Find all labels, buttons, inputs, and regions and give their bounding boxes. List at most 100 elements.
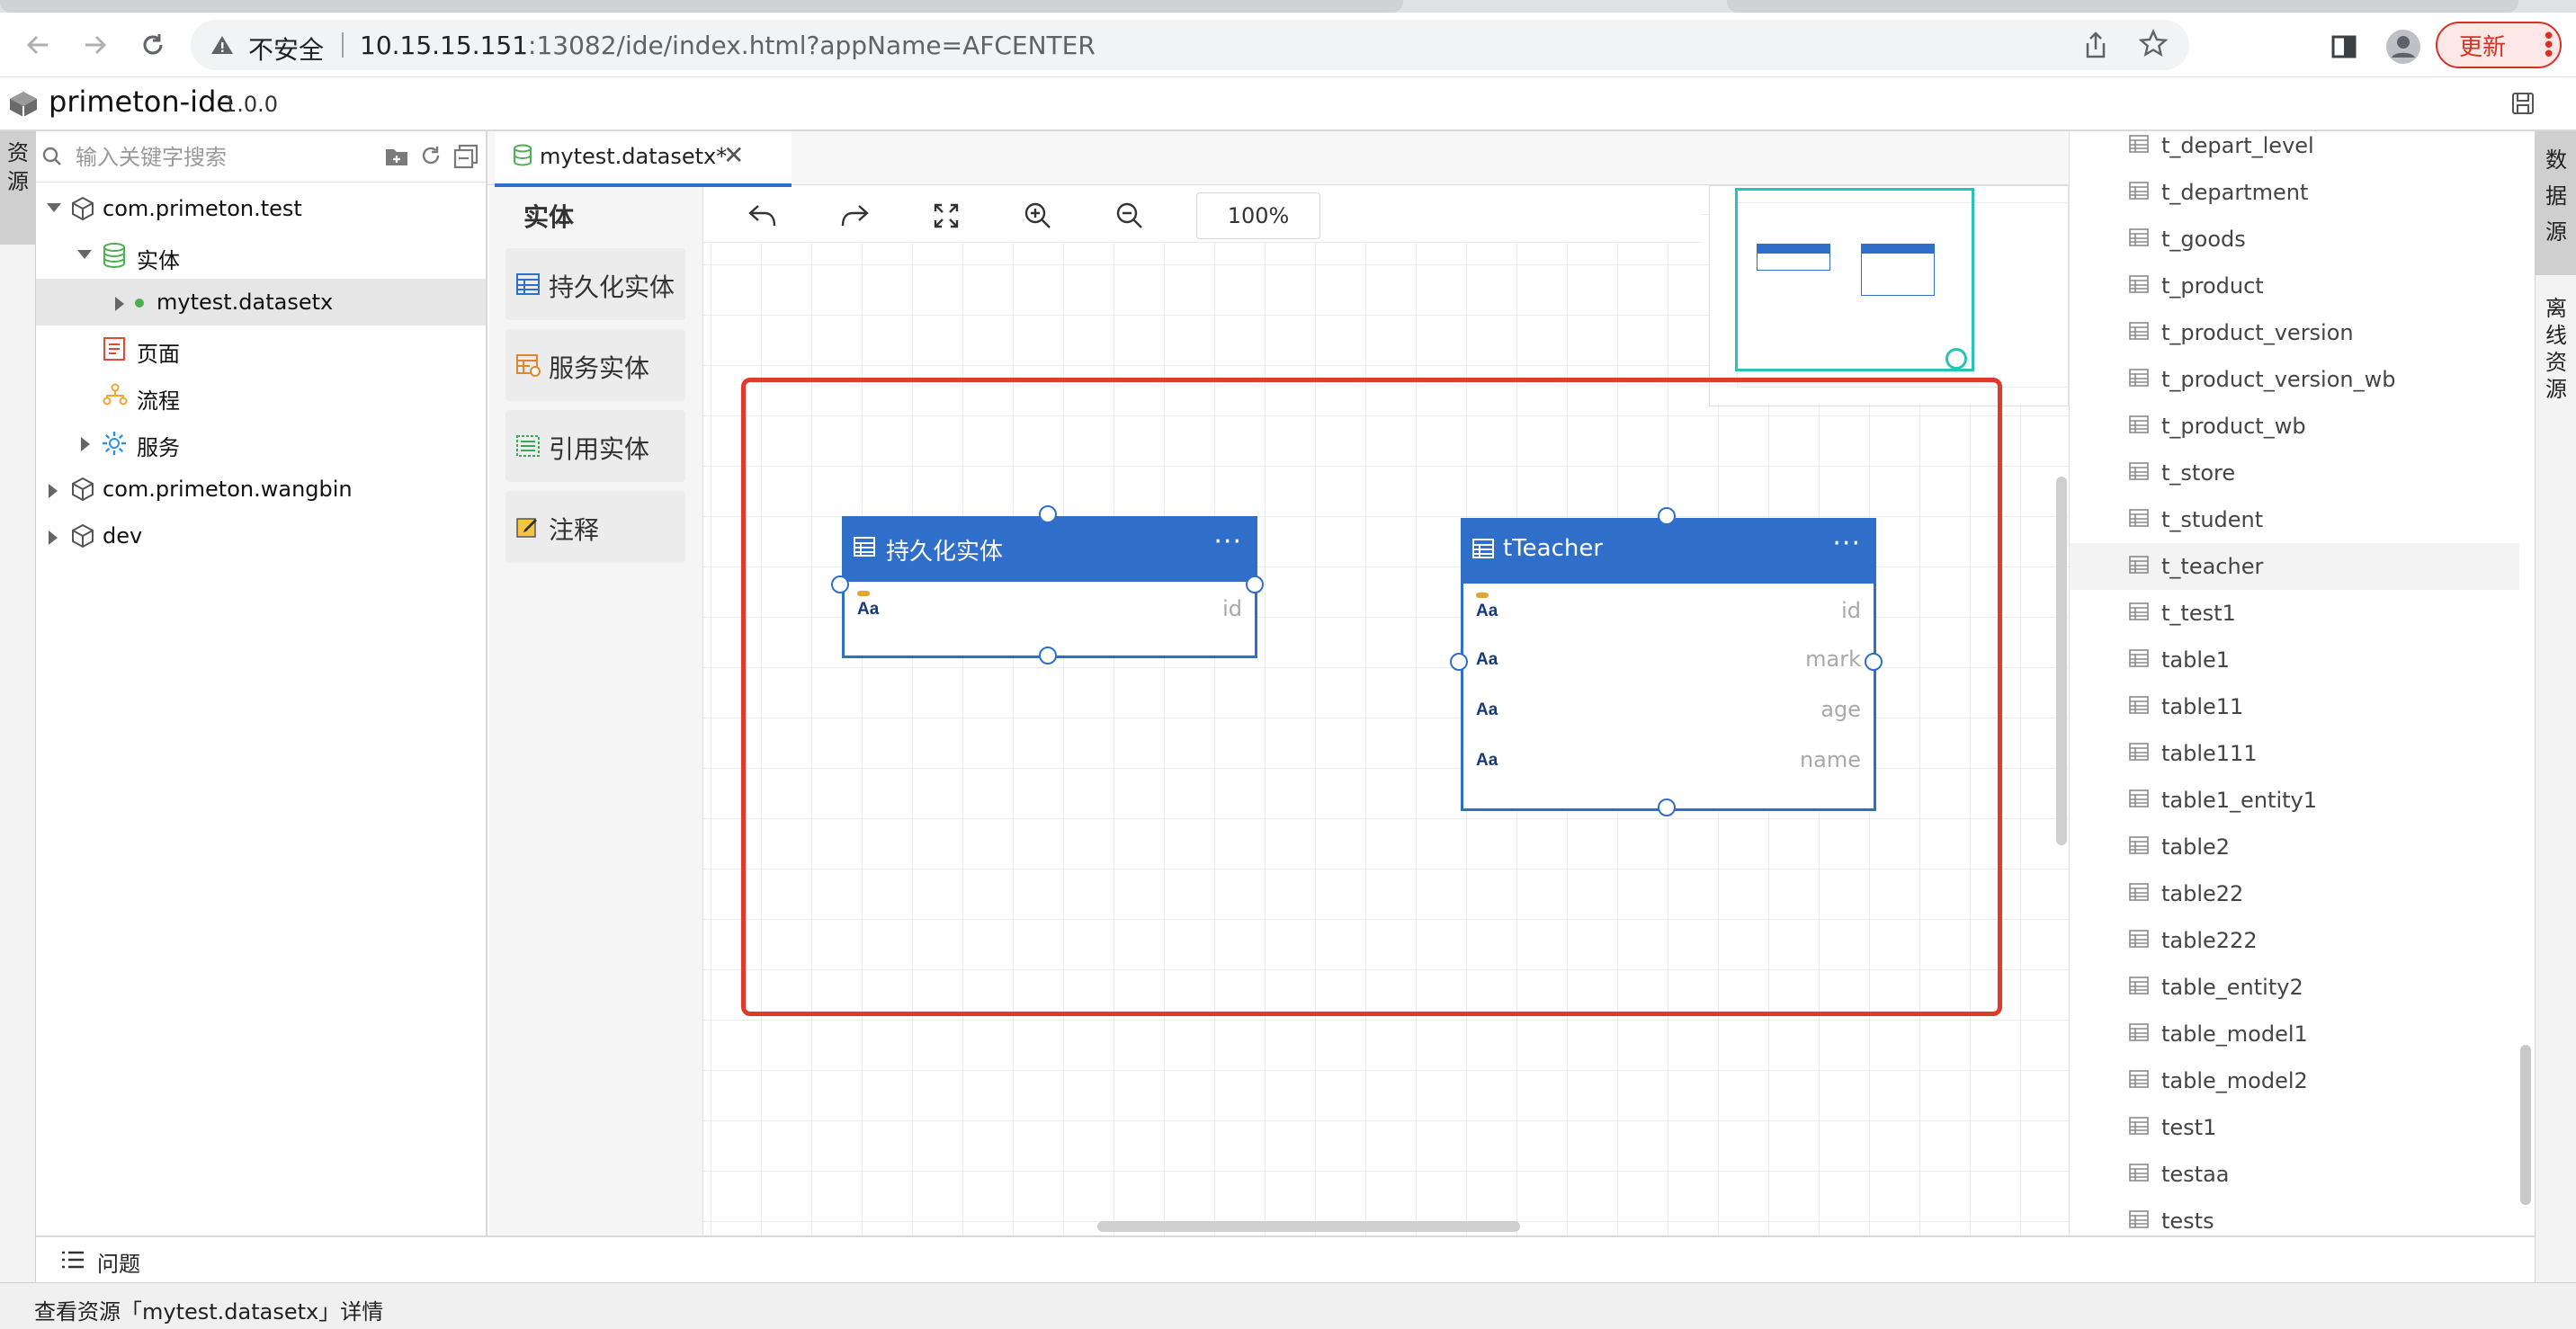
table-list-item[interactable]: table222 [2070, 917, 2519, 964]
collapse-all-icon[interactable] [453, 144, 479, 169]
connection-port[interactable] [1658, 507, 1676, 525]
zoom-in-button[interactable] [1020, 198, 1056, 234]
tree-item-flow[interactable]: 流程 [36, 372, 486, 419]
tree-item-entity-folder[interactable]: 实体 [36, 232, 486, 279]
refresh-icon[interactable] [419, 144, 443, 167]
more-options-icon[interactable]: ··· [1213, 526, 1242, 557]
canvas-vertical-scrollbar[interactable] [2056, 477, 2067, 845]
tab-mytest-datasetx[interactable]: mytest.datasetx* ✕ [495, 131, 792, 187]
entity-field[interactable]: Aa id [1463, 587, 1874, 638]
tab-offline-resources[interactable]: 离线资源 [2536, 284, 2576, 419]
close-tab-icon[interactable]: ✕ [723, 140, 744, 170]
zoom-out-button[interactable] [1112, 198, 1148, 234]
table-list-item[interactable]: table_entity2 [2070, 964, 2519, 1011]
undo-button[interactable] [745, 198, 781, 234]
tree-item-package[interactable]: dev [36, 513, 486, 559]
table-list-item[interactable]: t_goods [2070, 216, 2519, 263]
connection-port[interactable] [1039, 647, 1057, 664]
browser-tab[interactable] [1727, 0, 2518, 13]
tree-item-datasetx[interactable]: mytest.datasetx [36, 279, 486, 326]
editor-tab-bar: mytest.datasetx* ✕ [487, 131, 2069, 187]
problems-panel-tab[interactable]: 问题 [36, 1235, 2535, 1282]
connection-port[interactable] [1246, 575, 1264, 593]
palette-item-comment[interactable]: 注释 [505, 491, 685, 563]
tree-item-page[interactable]: 页面 [36, 326, 486, 372]
table-list-item[interactable]: table1_entity1 [2070, 777, 2519, 824]
palette-item-reference-entity[interactable]: 引用实体 [505, 410, 685, 482]
table-list-item[interactable]: t_teacher [2070, 543, 2519, 590]
tree-item-package[interactable]: com.primeton.test [36, 185, 486, 232]
table-list-item[interactable]: test1 [2070, 1104, 2519, 1151]
datasource-scrollbar[interactable] [2520, 1045, 2531, 1205]
chevron-right-icon[interactable] [49, 531, 58, 545]
table-list-item[interactable]: t_product_wb [2070, 403, 2519, 450]
table-list-item[interactable]: t_test1 [2070, 590, 2519, 637]
entity-card[interactable]: tTeacher ··· Aa id Aa mark Aa age Aa nam… [1461, 518, 1876, 811]
reload-button[interactable] [133, 25, 173, 65]
table-list-item[interactable]: table2 [2070, 824, 2519, 870]
connection-port[interactable] [1658, 798, 1676, 816]
chevron-down-icon[interactable] [77, 250, 92, 259]
table-list-item[interactable]: t_product_version [2070, 309, 2519, 356]
save-icon[interactable] [2511, 92, 2535, 115]
connection-port[interactable] [1865, 653, 1883, 671]
right-side-tabs: 数据源 离线资源 [2535, 131, 2576, 1282]
entity-card[interactable]: 持久化实体 ··· Aa id [842, 516, 1257, 658]
chevron-down-icon[interactable] [47, 203, 61, 212]
connection-port[interactable] [1039, 505, 1057, 523]
table-list-item[interactable]: tests [2070, 1198, 2519, 1235]
table-list-item[interactable]: table22 [2070, 870, 2519, 917]
table-list-item[interactable]: t_student [2070, 496, 2519, 543]
forward-button[interactable] [76, 25, 115, 65]
browser-tab[interactable] [0, 0, 1403, 13]
table-list-item[interactable]: table111 [2070, 730, 2519, 777]
update-button[interactable]: 更新 • • • [2436, 22, 2562, 68]
table-list-item[interactable]: table_model1 [2070, 1011, 2519, 1057]
minimap-resize-handle[interactable] [1945, 348, 1967, 370]
table-list-item[interactable]: table11 [2070, 683, 2519, 730]
fit-screen-button[interactable] [928, 198, 964, 234]
bookmark-star-icon[interactable] [2139, 29, 2168, 58]
table-icon [2129, 275, 2149, 293]
tree-item-service[interactable]: 服务 [36, 419, 486, 466]
tab-resources[interactable]: 资源 [0, 131, 36, 245]
zoom-level-input[interactable]: 100% [1196, 192, 1320, 239]
table-list-item[interactable]: t_product_version_wb [2070, 356, 2519, 403]
entity-field[interactable]: Aa name [1463, 736, 1874, 787]
table-list-item[interactable]: table_model2 [2070, 1057, 2519, 1104]
entity-header[interactable]: tTeacher ··· [1463, 521, 1874, 584]
table-list-item[interactable]: table1 [2070, 637, 2519, 683]
share-icon[interactable] [2083, 31, 2108, 59]
url-text[interactable]: 10.15.15.151:13082/ide/index.html?appNam… [360, 31, 1096, 60]
reference-table-icon [516, 435, 540, 457]
entity-field[interactable]: Aa id [845, 585, 1255, 636]
palette-item-persistent-entity[interactable]: 持久化实体 [505, 248, 685, 320]
tree-item-package[interactable]: com.primeton.wangbin [36, 466, 486, 513]
table-list-item[interactable]: testaa [2070, 1151, 2519, 1198]
canvas-horizontal-scrollbar[interactable] [1097, 1221, 1520, 1232]
connection-port[interactable] [1450, 653, 1468, 671]
table-list-item[interactable]: t_depart_level [2070, 131, 2519, 169]
minimap[interactable] [1709, 185, 2077, 406]
table-list-item[interactable]: t_department [2070, 169, 2519, 216]
minimap-viewport[interactable] [1735, 188, 1974, 371]
entity-field[interactable]: Aa mark [1463, 636, 1874, 686]
table-list-item[interactable]: t_store [2070, 450, 2519, 496]
entity-header[interactable]: 持久化实体 ··· [845, 519, 1255, 582]
back-button[interactable] [18, 25, 58, 65]
entity-field[interactable]: Aa age [1463, 686, 1874, 736]
more-options-icon[interactable]: ··· [1832, 528, 1861, 559]
search-input[interactable] [74, 140, 401, 174]
chevron-right-icon[interactable] [49, 484, 58, 498]
chevron-right-icon[interactable] [81, 437, 90, 451]
redo-button[interactable] [836, 198, 872, 234]
chevron-right-icon[interactable] [115, 297, 124, 311]
connection-port[interactable] [831, 575, 849, 593]
tab-datasource[interactable]: 数据源 [2536, 131, 2576, 275]
palette-item-service-entity[interactable]: 服务实体 [505, 329, 685, 401]
address-bar[interactable]: 不安全 10.15.15.151:13082/ide/index.html?ap… [191, 20, 2189, 70]
new-folder-icon[interactable] [385, 146, 408, 167]
table-list-item[interactable]: t_product [2070, 263, 2519, 309]
profile-avatar-icon[interactable] [2385, 29, 2421, 65]
sidebar-toggle-icon[interactable] [2331, 34, 2357, 59]
